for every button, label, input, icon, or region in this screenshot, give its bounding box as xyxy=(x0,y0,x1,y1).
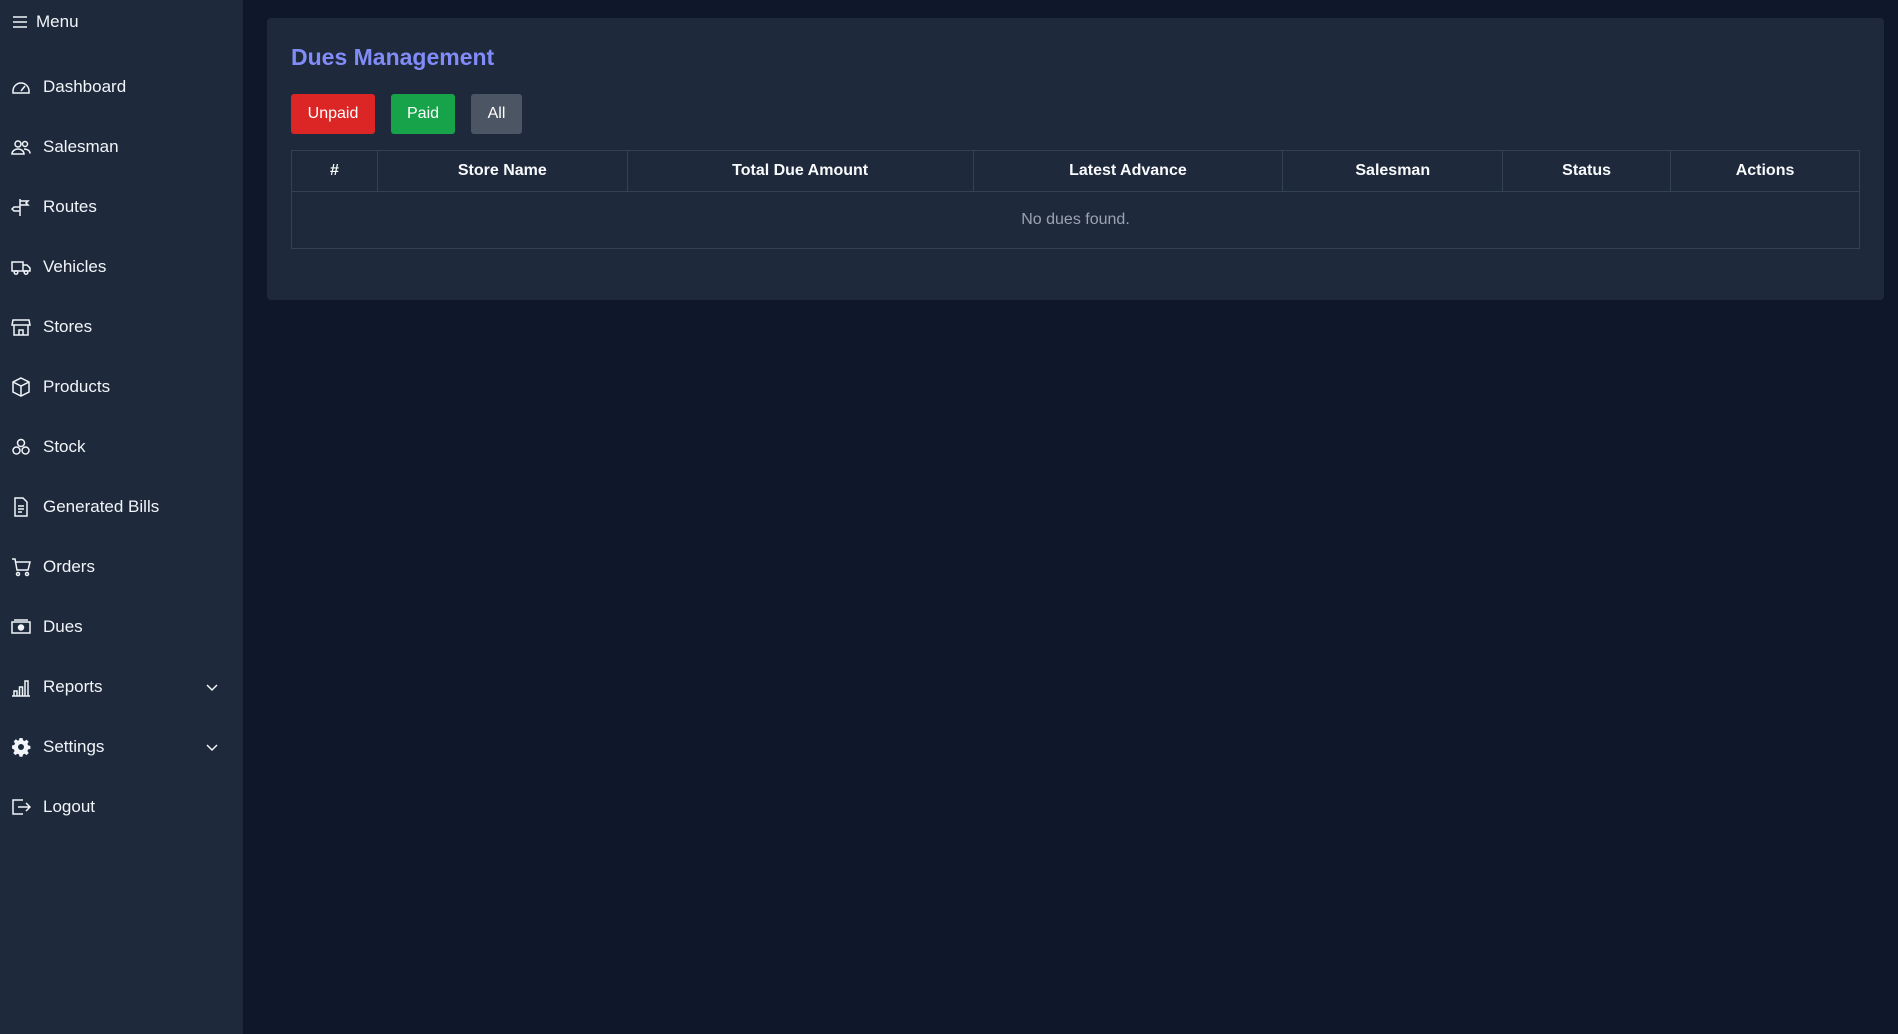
box-icon xyxy=(10,376,32,398)
all-filter-button[interactable]: All xyxy=(471,94,522,134)
truck-icon xyxy=(10,256,32,278)
sidebar-item-stock[interactable]: Stock xyxy=(0,417,243,477)
table-header-row: # Store Name Total Due Amount Latest Adv… xyxy=(291,150,1860,192)
logout-icon xyxy=(10,796,32,818)
bar-chart-icon xyxy=(10,676,32,698)
sidebar-item-label: Routes xyxy=(43,197,97,216)
sidebar-item-salesman[interactable]: Salesman xyxy=(0,117,243,177)
cash-icon xyxy=(10,616,32,638)
table-row: No dues found. xyxy=(291,191,1860,249)
sidebar-nav: Dashboard Salesman Routes Vehicles Store… xyxy=(0,44,243,837)
sidebar: Menu Dashboard Salesman Routes Vehicles … xyxy=(0,0,243,1034)
menu-label: Menu xyxy=(36,12,79,31)
sidebar-item-label: Orders xyxy=(43,557,95,576)
sidebar-item-label: Dues xyxy=(43,617,83,636)
sidebar-item-routes[interactable]: Routes xyxy=(0,177,243,237)
sidebar-item-products[interactable]: Products xyxy=(0,357,243,417)
dues-card: Dues Management Unpaid Paid All # Store … xyxy=(267,18,1884,300)
paid-filter-button[interactable]: Paid xyxy=(391,94,455,134)
chevron-down-icon[interactable] xyxy=(205,680,219,694)
gauge-icon xyxy=(10,76,32,98)
sidebar-item-reports[interactable]: Reports xyxy=(0,657,243,717)
sidebar-item-label: Salesman xyxy=(43,137,119,156)
signpost-icon xyxy=(10,196,32,218)
column-header-status: Status xyxy=(1502,150,1672,192)
unpaid-filter-button[interactable]: Unpaid xyxy=(291,94,375,134)
boxes-icon xyxy=(10,436,32,458)
sidebar-item-label: Products xyxy=(43,377,111,396)
dues-table: # Store Name Total Due Amount Latest Adv… xyxy=(291,150,1860,249)
sidebar-item-label: Stores xyxy=(43,317,93,336)
sidebar-item-stores[interactable]: Stores xyxy=(0,297,243,357)
main-content: Dues Management Unpaid Paid All # Store … xyxy=(243,0,1898,1034)
sidebar-item-label: Settings xyxy=(43,737,105,756)
sidebar-item-orders[interactable]: Orders xyxy=(0,537,243,597)
users-icon xyxy=(10,136,32,158)
column-header-actions: Actions xyxy=(1670,150,1860,192)
store-icon xyxy=(10,316,32,338)
page-title: Dues Management xyxy=(291,44,495,70)
cart-icon xyxy=(10,556,32,578)
sidebar-item-label: Logout xyxy=(43,797,95,816)
gear-icon xyxy=(10,736,32,758)
column-header-store-name: Store Name xyxy=(376,150,628,192)
column-header-total-due-amount: Total Due Amount xyxy=(626,150,974,192)
empty-message: No dues found. xyxy=(291,191,1860,249)
sidebar-item-vehicles[interactable]: Vehicles xyxy=(0,237,243,297)
column-header-index: # xyxy=(291,150,378,192)
document-icon xyxy=(10,496,32,518)
column-header-latest-advance: Latest Advance xyxy=(972,150,1284,192)
sidebar-item-label: Stock xyxy=(43,437,86,456)
chevron-down-icon[interactable] xyxy=(205,740,219,754)
app: Menu Dashboard Salesman Routes Vehicles … xyxy=(0,0,1898,1034)
sidebar-item-logout[interactable]: Logout xyxy=(0,777,243,837)
sidebar-item-settings[interactable]: Settings xyxy=(0,717,243,777)
menu-toggle[interactable]: Menu xyxy=(0,0,243,44)
sidebar-item-dashboard[interactable]: Dashboard xyxy=(0,57,243,117)
hamburger-icon xyxy=(12,14,28,30)
column-header-salesman: Salesman xyxy=(1282,150,1504,192)
sidebar-item-label: Generated Bills xyxy=(43,497,160,516)
sidebar-item-generated-bills[interactable]: Generated Bills xyxy=(0,477,243,537)
sidebar-item-dues[interactable]: Dues xyxy=(0,597,243,657)
filter-buttons: Unpaid Paid All xyxy=(291,94,1860,134)
sidebar-item-label: Dashboard xyxy=(43,77,127,96)
sidebar-item-label: Vehicles xyxy=(43,257,107,276)
sidebar-item-label: Reports xyxy=(43,677,103,696)
